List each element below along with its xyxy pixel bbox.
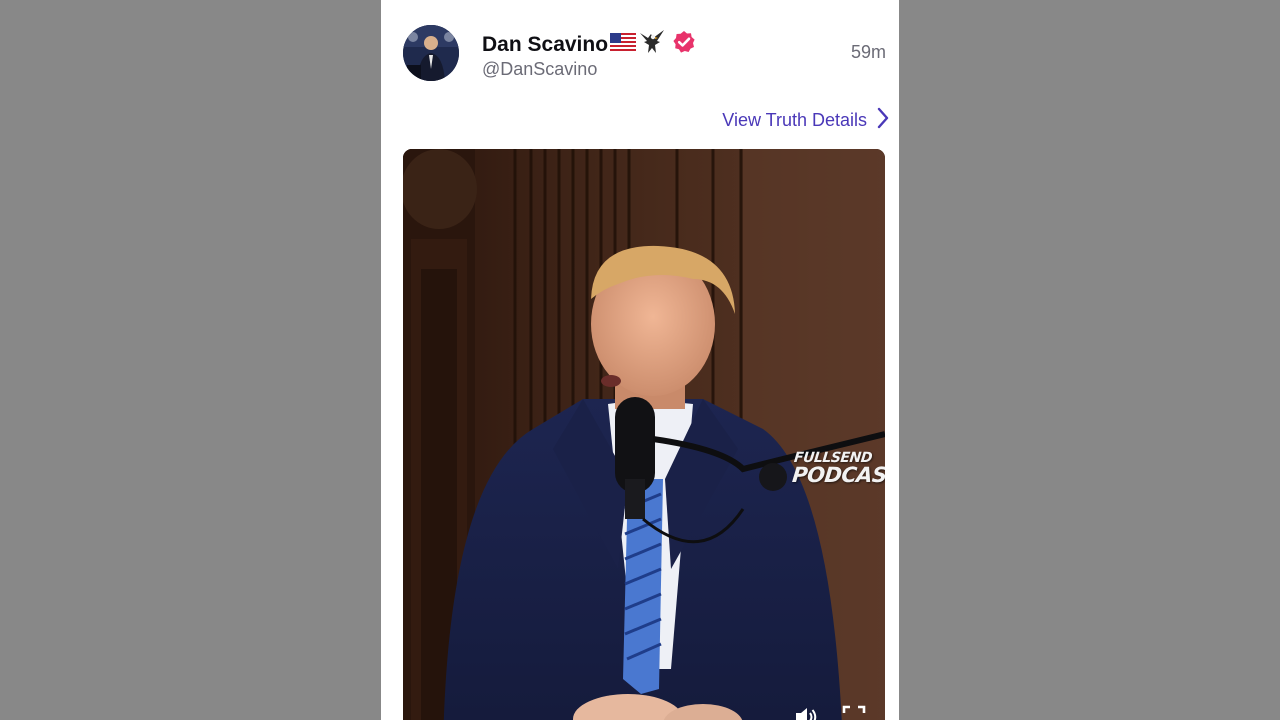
chevron-right-icon	[877, 107, 889, 134]
post-card: Dan Scavino @DanScavino 59m View Truth D…	[381, 0, 899, 720]
author-handle[interactable]: @DanScavino	[482, 59, 597, 80]
author-name-text: Dan Scavino	[482, 33, 609, 56]
avatar[interactable]	[403, 25, 459, 81]
verified-badge-icon	[672, 30, 696, 60]
video-player[interactable]: FULLSEND PODCAST	[403, 149, 885, 720]
author-display-name[interactable]: Dan Scavino	[482, 29, 696, 61]
watermark-bottom-text: PODCAST	[791, 463, 885, 487]
fullscreen-icon[interactable]	[841, 704, 867, 720]
volume-icon[interactable]	[793, 704, 819, 720]
us-flag-icon	[610, 33, 637, 57]
view-truth-details-label: View Truth Details	[722, 110, 867, 130]
view-truth-details-link[interactable]: View Truth Details	[722, 107, 889, 134]
eagle-icon	[638, 29, 666, 61]
podcast-watermark: FULLSEND PODCAST	[791, 450, 885, 487]
video-frame	[403, 149, 885, 720]
post-timestamp[interactable]: 59m	[851, 42, 886, 63]
